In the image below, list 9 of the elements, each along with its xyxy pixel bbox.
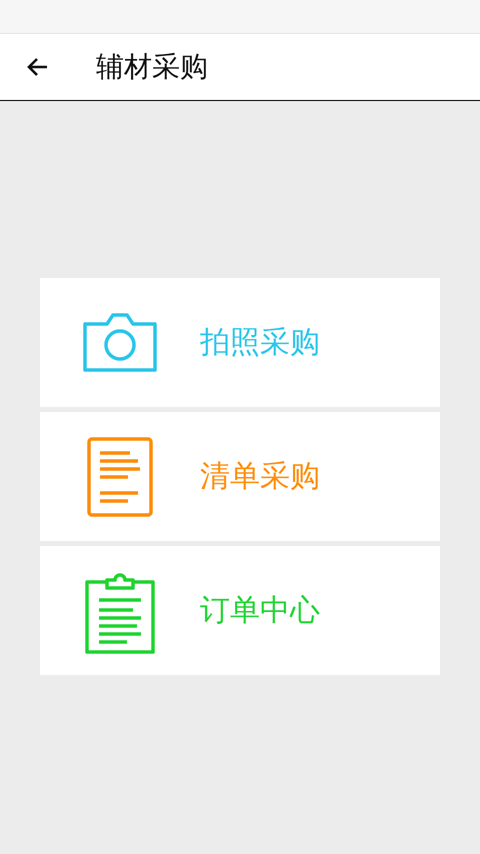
menu-card[interactable]: 订单中心 <box>40 546 440 675</box>
document-icon <box>86 436 154 516</box>
menu-card[interactable]: 拍照采购 <box>40 278 440 407</box>
menu-label: 订单中心 <box>200 592 320 630</box>
menu-card[interactable]: 清单采购 <box>40 412 440 541</box>
page-title: 辅材采购 <box>96 49 208 85</box>
camera-icon <box>81 312 159 374</box>
menu-label: 清单采购 <box>200 458 320 496</box>
menu-label: 拍照采购 <box>200 324 320 362</box>
